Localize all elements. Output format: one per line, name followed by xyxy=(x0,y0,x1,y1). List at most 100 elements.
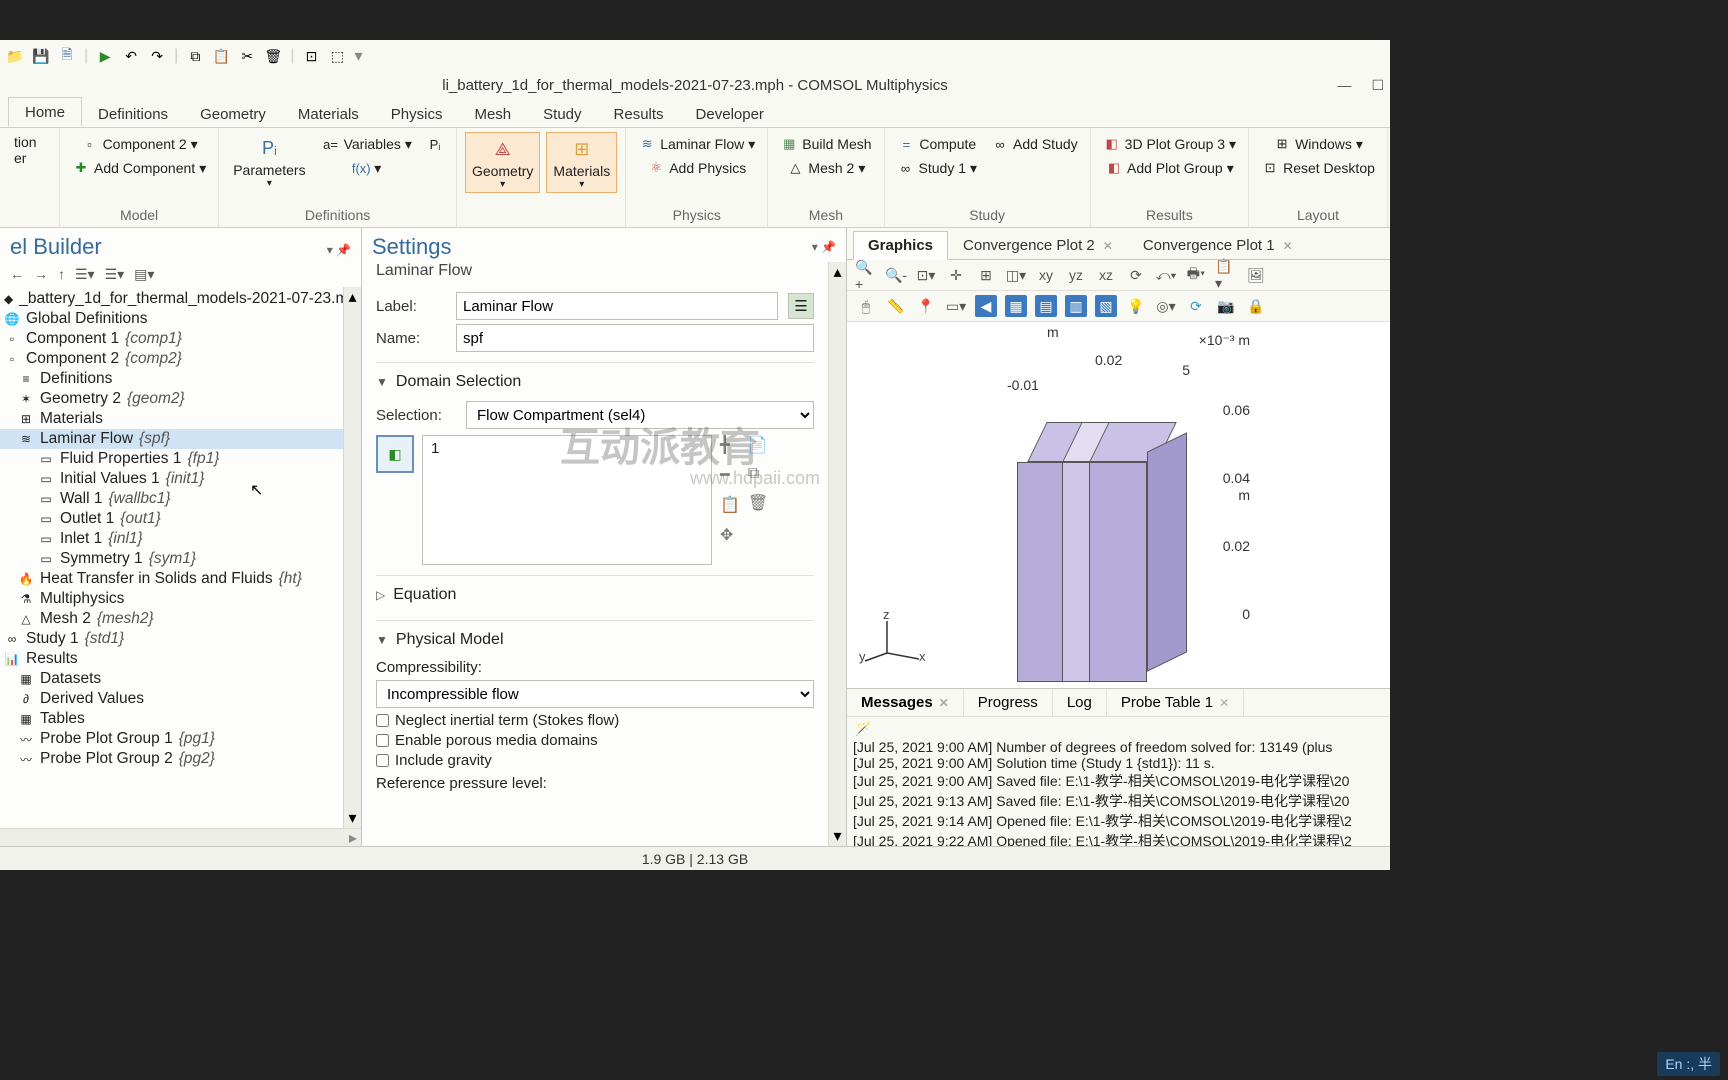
image-icon[interactable]: 🖼 xyxy=(1245,264,1267,286)
tree-node[interactable]: 〰Probe Plot Group 2 {pg2} xyxy=(0,749,343,769)
view-xy-icon[interactable]: xy xyxy=(1035,264,1057,286)
clipboard-icon[interactable]: 📋▾ xyxy=(1215,264,1237,286)
grid-icon[interactable]: ⊞ xyxy=(975,264,997,286)
maximize-icon[interactable]: ☐ xyxy=(1371,77,1384,94)
graphics-tab[interactable]: Convergence Plot 2✕ xyxy=(948,231,1128,260)
domain-toggle-button[interactable]: ◧ xyxy=(376,435,414,473)
tree-node[interactable]: ▭Symmetry 1 {sym1} xyxy=(0,549,343,569)
mesh-dropdown[interactable]: △Mesh 2▾ xyxy=(776,156,875,180)
compute-button[interactable]: =Compute xyxy=(893,132,982,156)
domain-selection-header[interactable]: ▼ Domain Selection xyxy=(376,362,814,397)
nav-fwd-icon[interactable]: → xyxy=(34,266,48,283)
tree-collapse-icon[interactable]: ☰▾ xyxy=(75,266,95,283)
windows-button[interactable]: ⊞Windows▾ xyxy=(1257,132,1379,156)
add-component-button[interactable]: ✚Add Component▾ xyxy=(68,156,210,180)
minimize-icon[interactable]: — xyxy=(1337,77,1351,94)
graphics-tab[interactable]: Graphics xyxy=(853,231,948,260)
view-xz-icon[interactable]: xz xyxy=(1095,264,1117,286)
menutab-materials[interactable]: Materials xyxy=(282,100,375,127)
render-trans-icon[interactable]: ▧ xyxy=(1095,295,1117,317)
geometry-button[interactable]: ⟁Geometry▾ xyxy=(465,132,540,193)
physical-model-header[interactable]: ▼ Physical Model xyxy=(376,620,814,655)
collapse-icon[interactable]: ▾ 📌 xyxy=(327,243,351,257)
add-study-button[interactable]: ∞Add Study xyxy=(987,132,1082,156)
menutab-home[interactable]: Home xyxy=(8,97,82,127)
menutab-physics[interactable]: Physics xyxy=(375,100,459,127)
tree-node[interactable]: ▦Tables xyxy=(0,709,343,729)
probe-icon[interactable]: 📍 xyxy=(915,295,937,317)
close-icon[interactable]: ✕ xyxy=(939,696,949,710)
graphics-viewport[interactable]: m ×10⁻³ m 5 -0.01 0.02 m 0.060.040.020 xyxy=(847,322,1390,688)
tree-node[interactable]: ≋Laminar Flow {spf} xyxy=(0,429,343,449)
domain-add-icon[interactable]: ╋ xyxy=(720,435,740,455)
copy-icon[interactable]: ⧉ xyxy=(186,47,204,65)
compressibility-dropdown[interactable]: Incompressible flow xyxy=(376,680,814,708)
tree-node[interactable]: ▭Initial Values 1 {init1} xyxy=(0,469,343,489)
paste-icon[interactable]: 📋 xyxy=(212,47,230,65)
close-icon[interactable]: ✕ xyxy=(1283,239,1293,253)
tree-option-icon[interactable]: ▤▾ xyxy=(134,266,154,283)
equation-header[interactable]: ▷ Equation xyxy=(376,575,814,610)
select-icon[interactable]: ⬚ xyxy=(328,47,346,65)
save-icon[interactable]: 💾 xyxy=(32,47,50,65)
tree-expand-icon[interactable]: ☰▾ xyxy=(105,266,125,283)
redo-icon[interactable]: ↷ xyxy=(148,47,166,65)
variables-button[interactable]: a=Variables▾ xyxy=(318,132,416,156)
menutab-definitions[interactable]: Definitions xyxy=(82,100,184,127)
porous-media-checkbox[interactable]: Enable porous media domains xyxy=(376,732,814,749)
messages-panel[interactable]: 🪄 [Jul 25, 2021 9:00 AM] Number of degre… xyxy=(847,716,1390,846)
tree-scrollbar[interactable]: ▴▾ xyxy=(343,287,361,828)
folder-icon[interactable]: 📁 xyxy=(6,47,24,65)
cut-icon[interactable]: ✂ xyxy=(238,47,256,65)
rotate-icon[interactable]: ⟳ xyxy=(1125,264,1147,286)
tree-node[interactable]: ▦Datasets xyxy=(0,669,343,689)
label-help-icon[interactable]: ☰ xyxy=(788,293,814,319)
view-icon[interactable]: ◫▾ xyxy=(1005,264,1027,286)
select-tool-icon[interactable]: 🖱 xyxy=(855,295,877,317)
settings-scrollbar[interactable]: ▴▾ xyxy=(828,262,846,846)
tree-node[interactable]: 〰Probe Plot Group 1 {pg1} xyxy=(0,729,343,749)
lock-icon[interactable]: 🔒 xyxy=(1245,295,1267,317)
scene-icon[interactable]: ▭▾ xyxy=(945,295,967,317)
tree-node[interactable]: ▭Fluid Properties 1 {fp1} xyxy=(0,449,343,469)
view-yz-icon[interactable]: yz xyxy=(1065,264,1087,286)
measure-icon[interactable]: 📏 xyxy=(885,295,907,317)
study-dropdown[interactable]: ∞Study 1▾ xyxy=(893,156,982,180)
domain-filter-icon[interactable]: ⧉ xyxy=(748,465,768,483)
domain-list[interactable]: 1 xyxy=(422,435,712,565)
selection-dropdown[interactable]: Flow Compartment (sel4) xyxy=(466,401,814,429)
menutab-results[interactable]: Results xyxy=(598,100,680,127)
domain-copy-icon[interactable]: 📄 xyxy=(748,435,768,455)
neglect-inertial-checkbox[interactable]: Neglect inertial term (Stokes flow) xyxy=(376,712,814,729)
zoom-box-icon[interactable]: ⊡▾ xyxy=(915,264,937,286)
zoom-in-icon[interactable]: 🔍+ xyxy=(855,264,877,286)
save-as-icon[interactable]: 🗎 xyxy=(58,47,76,65)
render-wire-icon[interactable]: ▦ xyxy=(1005,295,1027,317)
undo-icon[interactable]: ↶ xyxy=(122,47,140,65)
bottom-tab[interactable]: Messages✕ xyxy=(847,689,964,716)
name-input[interactable] xyxy=(456,324,814,352)
functions-button[interactable]: f(x)▾ xyxy=(318,156,416,180)
graphics-tab[interactable]: Convergence Plot 1✕ xyxy=(1128,231,1308,260)
delete-icon[interactable]: 🗑 xyxy=(264,47,282,65)
light-icon[interactable]: 💡 xyxy=(1125,295,1147,317)
param-case-button[interactable]: Pᵢ xyxy=(422,132,448,156)
materials-button[interactable]: ⊞Materials▾ xyxy=(546,132,617,193)
tree-node[interactable]: ✶Geometry 2 {geom2} xyxy=(0,389,343,409)
add-plot-group-button[interactable]: ◧Add Plot Group▾ xyxy=(1099,156,1240,180)
tree-node[interactable]: 🌐Global Definitions xyxy=(0,309,343,329)
tree-node[interactable]: 🔥Heat Transfer in Solids and Fluids {ht} xyxy=(0,569,343,589)
close-icon[interactable]: ✕ xyxy=(1103,239,1113,253)
tree-node[interactable]: ⊞Materials xyxy=(0,409,343,429)
domain-paste-icon[interactable]: 📋 xyxy=(720,495,740,515)
component-dropdown[interactable]: ▫Component 2▾ xyxy=(68,132,210,156)
domain-move-icon[interactable]: ✥ xyxy=(720,525,740,545)
physics-laminar-button[interactable]: ≋Laminar Flow▾ xyxy=(634,132,759,156)
tree-node[interactable]: ∞Study 1 {std1} xyxy=(0,629,343,649)
refresh-icon[interactable]: ⟳ xyxy=(1185,295,1207,317)
tree-node[interactable]: ▫Component 1 {comp1} xyxy=(0,329,343,349)
tree-node[interactable]: ≡Definitions xyxy=(0,369,343,389)
menutab-geometry[interactable]: Geometry xyxy=(184,100,282,127)
center-icon[interactable]: ✛ xyxy=(945,264,967,286)
nav-up-icon[interactable]: ↑ xyxy=(58,266,65,283)
